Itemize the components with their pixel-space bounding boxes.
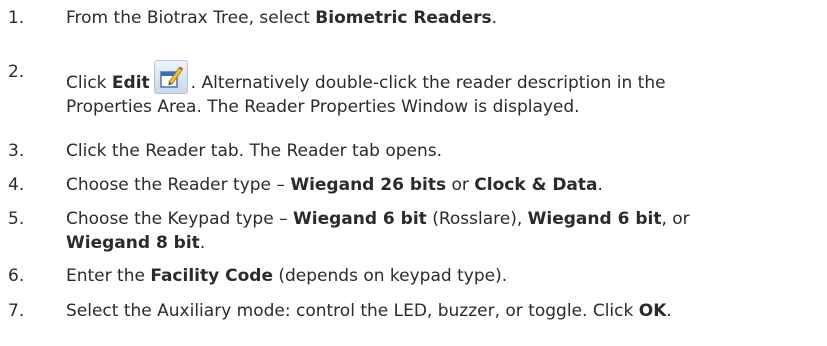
edit-icon xyxy=(153,60,188,94)
step-text: Choose the Keypad type – Wiegand 6 bit (… xyxy=(66,209,690,253)
step-text: From the Biotrax Tree, select Biometric … xyxy=(66,8,498,28)
step-text: Enter the Facility Code (depends on keyp… xyxy=(66,266,508,286)
step-number: 1. xyxy=(8,8,25,28)
step-text: Select the Auxiliary mode: control the L… xyxy=(66,301,672,321)
step-text: Choose the Reader type – Wiegand 26 bits… xyxy=(66,175,603,195)
wiegand-26-label: Wiegand 26 bits xyxy=(290,175,447,195)
step-number: 3. xyxy=(8,141,25,161)
facility-code-label: Facility Code xyxy=(150,266,273,286)
step-number: 5. xyxy=(8,209,25,229)
step-text: Click Edit. Alternatively double-click t… xyxy=(66,60,815,119)
step-text: Click the Reader tab. The Reader tab ope… xyxy=(66,141,443,161)
step-number: 2. xyxy=(8,62,25,82)
step-number: 6. xyxy=(8,266,25,286)
wiegand-8-label: Wiegand 8 bit xyxy=(66,233,200,253)
ok-label: OK xyxy=(638,301,667,321)
edit-label: Edit xyxy=(111,73,150,93)
wiegand-6-label: Wiegand 6 bit xyxy=(527,209,662,229)
clock-data-label: Clock & Data xyxy=(474,175,598,195)
step-number: 7. xyxy=(8,301,25,321)
biometric-readers-label: Biometric Readers xyxy=(315,8,492,28)
step-number: 4. xyxy=(8,175,25,195)
wiegand-6-rosslare-label: Wiegand 6 bit xyxy=(292,209,427,229)
